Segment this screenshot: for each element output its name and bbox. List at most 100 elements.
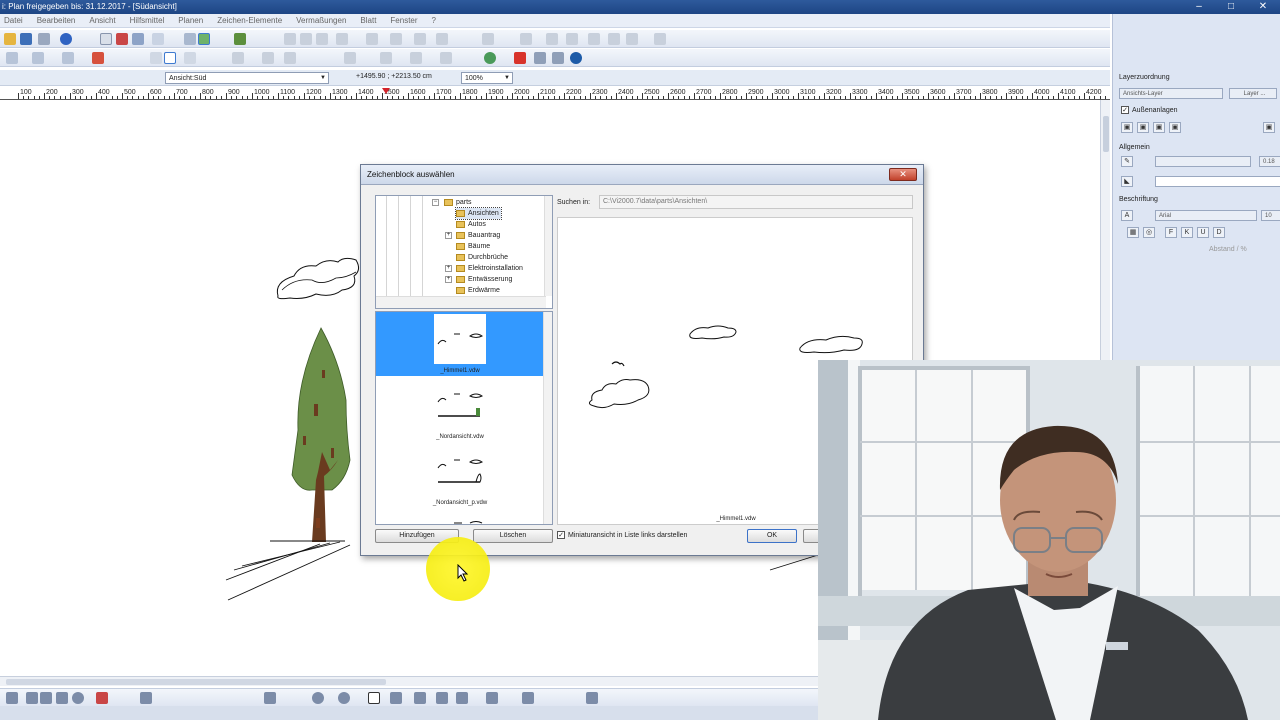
wall-icon[interactable] [164, 52, 176, 64]
tool-icon[interactable]: ▣ [1153, 122, 1165, 133]
tool-icon[interactable] [486, 692, 498, 704]
tool-icon[interactable] [566, 33, 578, 45]
tree-item-baeume[interactable]: Bäume [456, 241, 490, 252]
zoom-icon[interactable] [132, 33, 144, 45]
fill-icon[interactable]: ◣ [1121, 176, 1133, 187]
tool-icon[interactable] [284, 33, 296, 45]
pan-hand-icon[interactable] [152, 33, 164, 45]
page-icon[interactable] [100, 33, 112, 45]
close-window-button[interactable]: ✕ [1254, 0, 1272, 14]
tool-icon[interactable]: ◎ [1143, 227, 1155, 238]
tool-icon[interactable] [6, 692, 18, 704]
delete-icon[interactable] [514, 52, 526, 64]
italic-button[interactable]: K [1181, 227, 1193, 238]
snap-icon[interactable] [198, 33, 210, 45]
menu-fenster[interactable]: Fenster [390, 14, 417, 27]
tree-item-elektroinstallation[interactable]: Elektroinstallation [456, 263, 523, 274]
measure-icon[interactable] [234, 33, 246, 45]
menu-datei[interactable]: Datei [4, 14, 23, 27]
zoom-select[interactable]: 100% ▼ [461, 72, 513, 84]
view-select[interactable]: Ansicht:Süd ▼ [165, 72, 329, 84]
tree-item-ansichten[interactable]: Ansichten [455, 207, 502, 220]
grid-icon[interactable] [62, 52, 74, 64]
menu-hilfsmittel[interactable]: Hilfsmittel [130, 14, 165, 27]
tool-icon[interactable] [546, 33, 558, 45]
print-icon[interactable] [38, 33, 50, 45]
text-icon[interactable] [368, 692, 380, 704]
collapse-icon[interactable]: − [432, 199, 439, 206]
tool-icon[interactable] [380, 52, 392, 64]
thumbnail-list[interactable]: _Himmel1.vdw _Nordansicht.vdw _Nordansic… [375, 311, 553, 525]
tool-icon[interactable] [96, 692, 108, 704]
tool-icon[interactable] [456, 692, 468, 704]
tool-icon[interactable] [26, 692, 38, 704]
text-icon[interactable]: A [1121, 210, 1133, 221]
tool-icon[interactable] [344, 52, 356, 64]
bold-button[interactable]: F [1165, 227, 1177, 238]
delete-button[interactable]: Löschen [473, 529, 553, 543]
thumbnail-item[interactable]: _Himmel1.vdw [376, 312, 544, 376]
scrollbar-thumb[interactable] [6, 679, 386, 685]
tool-icon[interactable] [586, 692, 598, 704]
tool-icon[interactable] [482, 33, 494, 45]
tool-icon[interactable] [284, 52, 296, 64]
layer-button[interactable]: Layer ... [1229, 88, 1277, 99]
dialog-close-button[interactable]: ✕ [889, 168, 917, 181]
layers-icon[interactable] [184, 33, 196, 45]
pen-width-value[interactable]: 0.18 [1259, 156, 1280, 167]
move-icon[interactable] [534, 52, 546, 64]
tool-icon[interactable]: ▣ [1169, 122, 1181, 133]
checkbox-mark[interactable]: ✓ [557, 531, 565, 539]
tool-icon[interactable] [56, 692, 68, 704]
tree-vertical-scrollbar[interactable] [544, 196, 552, 296]
target-icon[interactable] [484, 52, 496, 64]
thumbnail-item[interactable]: _Nordansicht.vdw [376, 378, 544, 442]
menu-vermassungen[interactable]: Vermaßungen [296, 14, 346, 27]
tree-item-erdwaerme[interactable]: Erdwärme [456, 285, 500, 296]
checkbox-mark[interactable]: ✓ [1121, 106, 1129, 114]
strike-button[interactable]: D [1213, 227, 1225, 238]
tool-icon[interactable] [184, 52, 196, 64]
euro-icon[interactable] [570, 52, 582, 64]
menu-bearbeiten[interactable]: Bearbeiten [37, 14, 76, 27]
tool-icon[interactable] [300, 33, 312, 45]
tool-icon[interactable] [608, 33, 620, 45]
menu-ansicht[interactable]: Ansicht [89, 14, 115, 27]
tool-icon[interactable] [440, 52, 452, 64]
search-path-field[interactable]: C:\Vi2000.7\data\parts\Ansichten\ [599, 195, 913, 209]
tool-icon[interactable]: ▣ [1121, 122, 1133, 133]
open-icon[interactable] [4, 33, 16, 45]
ok-button[interactable]: OK [747, 529, 797, 543]
tool-icon[interactable] [262, 52, 274, 64]
tool-icon[interactable] [410, 52, 422, 64]
tool-icon[interactable] [390, 33, 402, 45]
tool-icon[interactable] [140, 692, 152, 704]
menu-planen[interactable]: Planen [178, 14, 203, 27]
layer-select[interactable]: Ansichts-Layer [1119, 88, 1223, 99]
tool-icon[interactable] [436, 33, 448, 45]
pen-icon[interactable]: ✎ [1121, 156, 1133, 167]
rotate-icon[interactable] [72, 692, 84, 704]
maximize-button[interactable]: □ [1222, 0, 1240, 14]
font-select[interactable]: Arial [1155, 210, 1257, 221]
tool-icon[interactable] [316, 33, 328, 45]
tool-icon[interactable] [414, 692, 426, 704]
layer-checkbox[interactable]: ✓ Außenanlagen [1121, 106, 1178, 114]
tool-icon[interactable] [626, 33, 638, 45]
menu-zeichen-elemente[interactable]: Zeichen-Elemente [217, 14, 282, 27]
underline-button[interactable]: U [1197, 227, 1209, 238]
tree-horizontal-scrollbar[interactable] [376, 296, 546, 308]
tool-icon[interactable]: ▦ [1127, 227, 1139, 238]
tool-icon[interactable] [150, 52, 162, 64]
tool-icon[interactable] [366, 33, 378, 45]
circle-icon[interactable] [312, 692, 324, 704]
font-size-value[interactable]: 10 [1261, 210, 1280, 221]
horizontal-scrollbar[interactable] [0, 676, 818, 686]
tool-icon[interactable]: ▣ [1137, 122, 1149, 133]
thumbnail-checkbox[interactable]: ✓ Miniaturansicht in Liste links darstel… [557, 531, 687, 539]
scrollbar-thumb[interactable] [1103, 116, 1109, 152]
tree-item-durchbrueche[interactable]: Durchbrüche [456, 252, 508, 263]
tool-icon[interactable] [588, 33, 600, 45]
tree-item-parts[interactable]: parts [444, 197, 472, 208]
tool-icon[interactable] [522, 692, 534, 704]
